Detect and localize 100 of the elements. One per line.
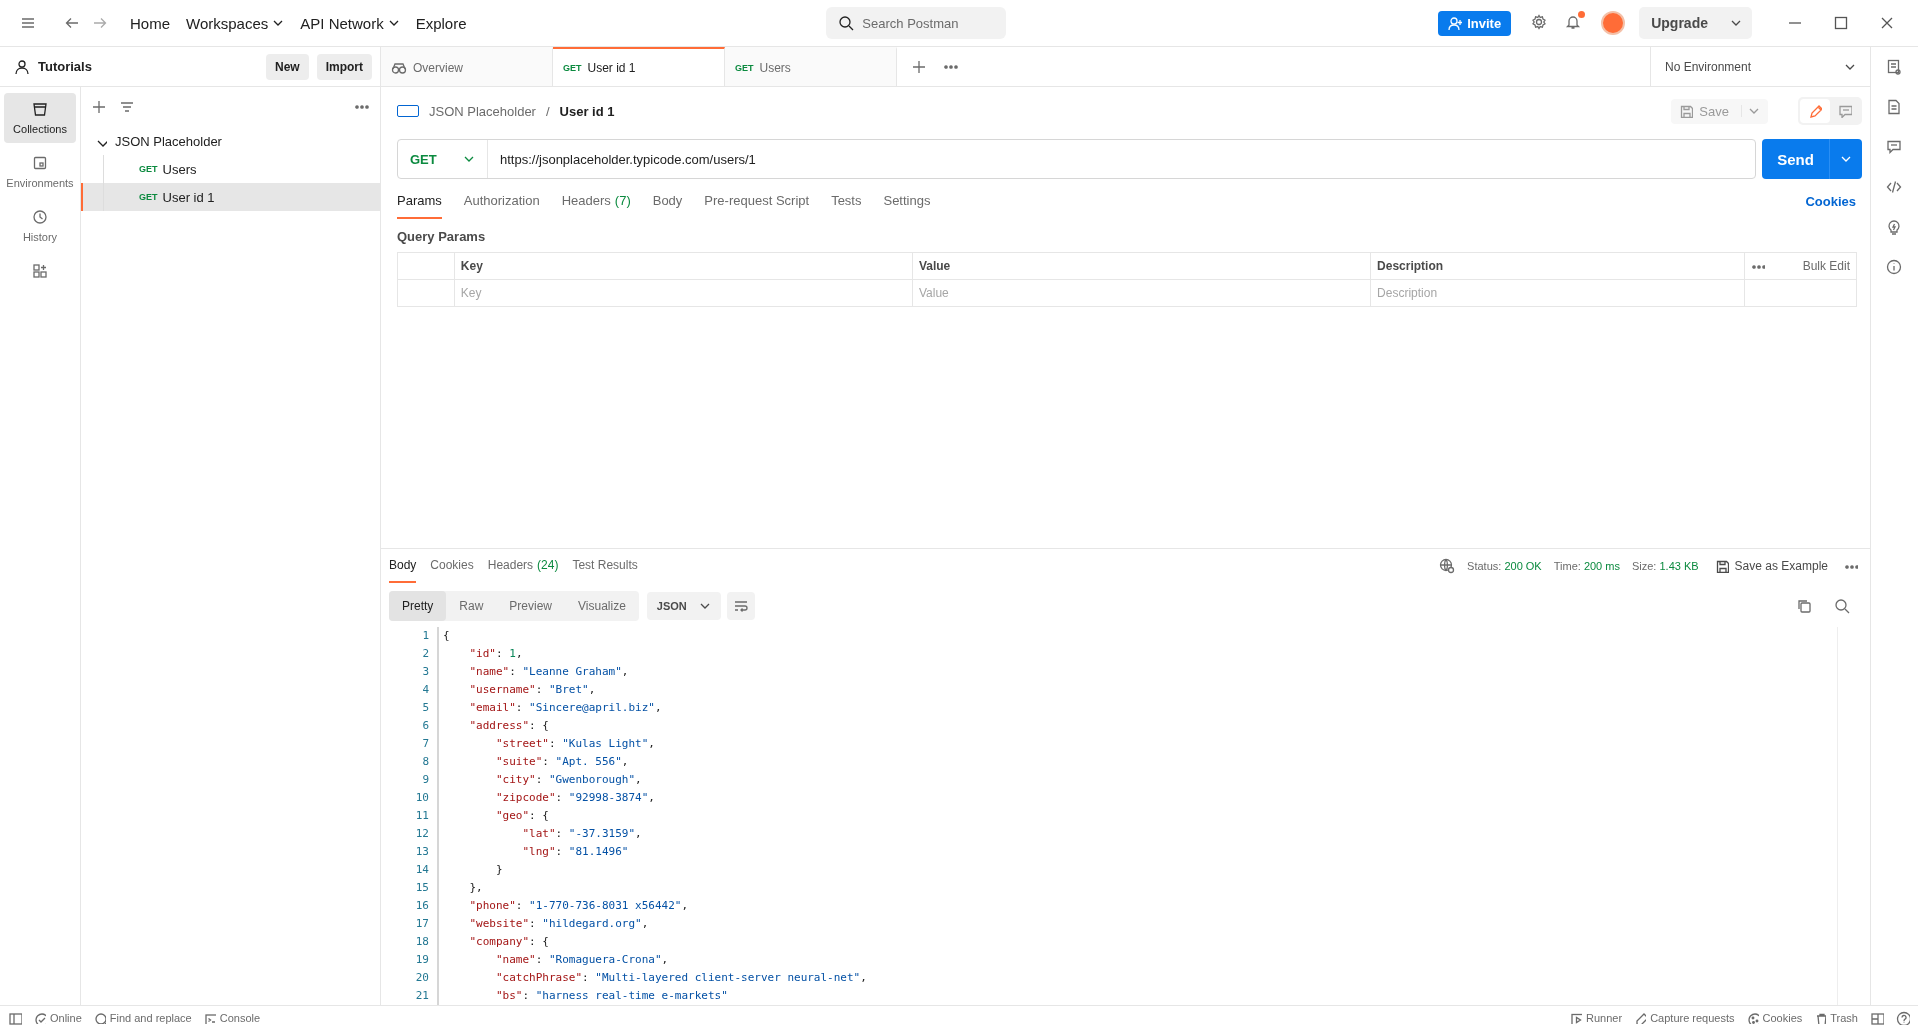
workspace-name[interactable]: Tutorials [38,59,92,74]
table-input-field[interactable]: Value [912,280,1371,306]
filter-icon[interactable] [119,99,135,115]
breadcrumb-separator: / [545,103,550,119]
wrap-icon [732,598,749,614]
request-option-tab[interactable]: Body [652,183,683,219]
nav-link[interactable]: API Network [292,8,408,38]
request-item[interactable]: GET User id 1 [81,183,380,211]
save-icon [1714,559,1729,573]
method-dropdown[interactable]: GET [398,140,488,178]
upgrade-button[interactable]: Upgrade [1639,7,1752,39]
format-dropdown[interactable]: JSON [646,592,721,620]
line-number: 21 [414,988,429,1004]
close-icon[interactable] [1879,15,1895,31]
import-button[interactable]: Import [316,53,372,80]
back-arrow-icon[interactable] [64,15,80,31]
code-line: "name": "Leanne Graham", [468,664,630,680]
line-number: 19 [414,952,429,968]
maximize-icon[interactable] [1833,15,1849,31]
collection-name[interactable]: JSON Placeholder [115,133,222,149]
view-mode-tab[interactable]: Preview [496,591,566,621]
line-number: 20 [414,970,429,986]
menu-icon[interactable] [20,15,36,31]
search-field[interactable]: Search Postman [826,7,1007,39]
request-option-tab[interactable]: Params [397,183,442,219]
view-mode-tab[interactable]: Raw [446,591,497,621]
column-header: Description [1370,252,1745,280]
environment-dropdown[interactable]: No Environment [1650,47,1870,86]
send-button[interactable]: Send [1762,139,1862,179]
online-icon [34,1012,46,1024]
wrap-lines-button[interactable] [726,592,755,620]
code-line: "catchPhrase": "Multi-layered client-server neural-net", [495,970,868,986]
doc-eye-icon[interactable] [1885,59,1904,77]
sidebar-tab[interactable]: Environments [4,147,76,197]
search-icon[interactable] [1834,598,1850,614]
plus-icon[interactable] [91,99,107,115]
table-input-field[interactable]: Key [454,280,912,306]
sidebar-tab[interactable]: Collections [4,93,76,143]
new-button[interactable]: New [265,53,309,80]
find-icon [93,1012,106,1024]
line-number: 5 [421,700,429,716]
request-option-tab[interactable]: Authorization [463,183,540,219]
request-item[interactable]: GET Users [81,155,380,183]
line-number: 8 [421,754,429,770]
nav-link[interactable]: Explore [407,8,475,38]
comment-icon[interactable] [1885,139,1904,157]
status-bar-item[interactable]: Trash [1814,1012,1858,1024]
avatar[interactable] [1601,11,1626,35]
line-number: 17 [414,916,429,932]
breadcrumb-link[interactable]: JSON Placeholder [429,103,536,119]
response-tab[interactable]: Cookies [430,549,474,583]
edit-button[interactable] [1800,99,1830,123]
help-icon[interactable] [1896,1011,1910,1025]
nav-link[interactable]: Workspaces [178,8,293,38]
code-line: "id": 1, [468,646,524,662]
code-line: { [443,628,451,644]
code-line: } [494,862,504,878]
line-number: 1 [421,628,429,644]
copy-icon[interactable] [1796,598,1812,614]
line-number: 11 [414,808,429,824]
code-line: "city": "Gwenborough", [495,772,643,788]
status-bar-item[interactable]: Runner [1570,1012,1623,1024]
panel-toggle-icon[interactable] [8,1011,22,1025]
response-tab[interactable]: Headers (24) [487,549,559,583]
code-line: "lat": "-37.3159", [521,826,643,842]
response-tab[interactable]: Test Results [572,549,638,583]
code-line: "username": "Bret", [468,682,597,698]
nav-link[interactable]: Home [122,8,178,38]
collections-icon [32,101,48,117]
breadcrumb-link[interactable]: User id 1 [559,103,615,119]
line-number: 2 [421,646,429,662]
info-icon[interactable] [1885,259,1904,277]
line-number: 3 [421,664,429,680]
url-field[interactable]: https://jsonplaceholder.typicode.com/users/1 [488,151,756,167]
status-bar-item[interactable]: Console [203,1012,261,1024]
status-bar-item[interactable]: Capture requests [1634,1012,1735,1024]
request-tab[interactable]: Overview [381,47,553,86]
status-bar-item[interactable]: Cookies [1746,1012,1803,1024]
table-input-field[interactable]: Description [1371,280,1744,306]
request-option-tab[interactable]: Tests [831,183,862,219]
cookies-link[interactable]: Cookies [1805,183,1862,219]
response-tab[interactable]: Body [389,549,417,583]
sidebar-tab[interactable]: History [4,201,76,251]
view-mode-tab[interactable]: Visualize [565,591,639,621]
status-bar-item[interactable]: Online [34,1012,82,1024]
code-line: "website": "hildegard.org", [468,916,650,932]
request-option-tab[interactable]: Settings [883,183,931,219]
request-option-tab[interactable]: Headers (7) [561,183,631,219]
code-line: "geo": { [495,808,550,824]
view-mode-tab[interactable]: Pretty [389,591,447,621]
request-option-tab[interactable]: Pre-request Script [704,183,810,219]
status-bar-item[interactable]: Find and replace [93,1012,192,1024]
save-as-example-button[interactable]: Save as Example [1714,559,1828,573]
two-pane-icon[interactable] [1870,1011,1884,1025]
code-line: "address": { [468,718,550,734]
new-tab-icon[interactable] [911,58,927,75]
request-tab[interactable]: GET Users [725,47,897,86]
invite-button[interactable]: Invite [1438,10,1512,36]
globe-icon[interactable] [1439,558,1456,574]
request-tab[interactable]: GET User id 1 [553,47,725,86]
